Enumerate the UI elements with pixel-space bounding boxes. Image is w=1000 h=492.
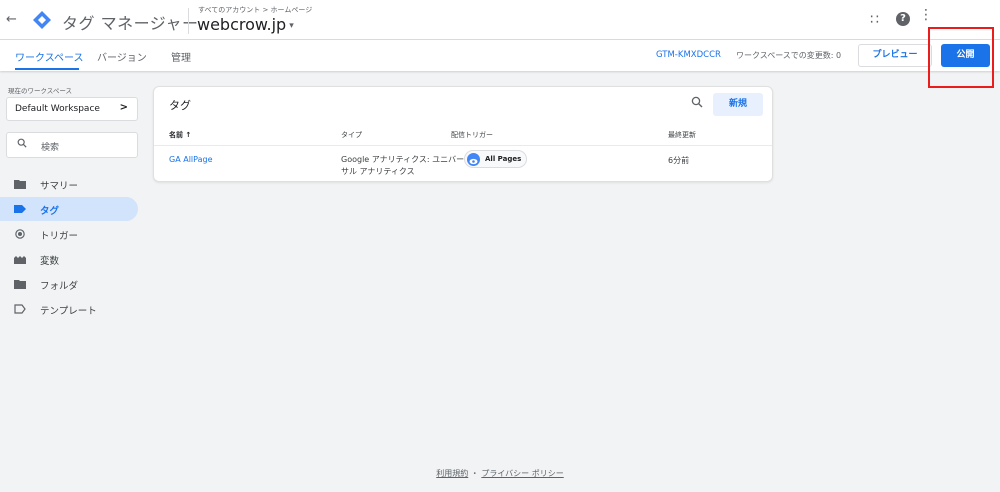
terms-link[interactable]: 利用規約 <box>436 469 468 478</box>
header-divider <box>188 8 189 34</box>
app-title: タグ マネージャー <box>62 14 199 33</box>
workspace-selector[interactable]: Default Workspace > <box>6 97 138 121</box>
tags-card: タグ 新規 名前 ↑ タイプ 配信トリガー 最終更新 GA AllPage Go… <box>153 86 773 182</box>
variable-icon <box>14 256 26 264</box>
eye-icon <box>467 153 480 166</box>
tab-admin[interactable]: 管理 <box>171 49 191 64</box>
privacy-link[interactable]: プライバシー ポリシー <box>481 469 563 478</box>
tag-type: Google アナリティクス: ユニバーサル アナリティクス <box>341 155 465 176</box>
top-header: ← タグ マネージャー すべてのアカウント > ホームページ webcrow.j… <box>0 0 1000 40</box>
tag-icon <box>14 205 26 213</box>
tab-workspace[interactable]: ワークスペース <box>15 49 84 64</box>
preview-button[interactable]: プレビュー <box>858 44 932 67</box>
sidebar-item-summary[interactable]: サマリー <box>0 172 138 196</box>
folder-icon <box>14 280 26 289</box>
active-tab-indicator <box>15 68 79 70</box>
container-selector[interactable]: webcrow.jp ▾ <box>197 15 294 34</box>
workspace-name: Default Workspace <box>15 104 100 114</box>
highlight-annotation-box <box>928 27 994 88</box>
chevron-right-icon: > <box>119 102 128 113</box>
trigger-icon <box>15 229 25 239</box>
help-icon[interactable]: ? <box>896 12 910 26</box>
template-icon <box>14 304 26 314</box>
search-icon <box>17 138 27 148</box>
more-vert-icon[interactable]: ⋮ <box>919 8 933 22</box>
column-header-trigger[interactable]: 配信トリガー <box>451 130 493 140</box>
tag-manager-logo-icon <box>33 11 51 29</box>
sidebar-item-label: トリガー <box>40 231 79 242</box>
sidebar-item-variables[interactable]: 変数 <box>0 247 138 271</box>
back-arrow-icon[interactable]: ← <box>6 12 17 27</box>
trigger-chip[interactable]: All Pages <box>464 150 527 168</box>
search-icon[interactable] <box>691 96 703 108</box>
table-divider <box>154 145 772 146</box>
tag-last-updated: 6分前 <box>668 156 690 165</box>
tag-name-link[interactable]: GA AllPage <box>169 155 213 164</box>
workspace-changes-count: ワークスペースでの変更数: 0 <box>736 51 842 60</box>
sidebar-item-tags[interactable]: タグ <box>0 197 138 221</box>
apps-grid-icon[interactable]: ∷ <box>870 12 879 28</box>
workspace-toolbar: ワークスペース バージョン 管理 GTM-KMXDCCR ワークスペースでの変更… <box>0 40 1000 71</box>
column-header-type[interactable]: タイプ <box>341 130 362 140</box>
folder-icon <box>14 180 26 189</box>
tab-versions[interactable]: バージョン <box>97 49 147 64</box>
container-id-link[interactable]: GTM-KMXDCCR <box>656 50 721 60</box>
container-name: webcrow.jp <box>197 15 287 34</box>
new-tag-button[interactable]: 新規 <box>713 93 763 116</box>
current-workspace-label: 現在のワークスペース <box>8 87 73 95</box>
column-header-updated[interactable]: 最終更新 <box>668 130 696 140</box>
footer-separator: ・ <box>470 469 479 478</box>
sidebar-item-label: フォルダ <box>40 281 79 292</box>
sidebar-item-label: 変数 <box>40 256 60 267</box>
caret-down-icon: ▾ <box>289 20 294 31</box>
breadcrumb[interactable]: すべてのアカウント > ホームページ <box>198 5 312 15</box>
sidebar-item-triggers[interactable]: トリガー <box>0 222 138 246</box>
search-placeholder: 検索 <box>41 143 60 153</box>
trigger-chip-label: All Pages <box>485 155 522 163</box>
sidebar-search-input[interactable]: 検索 <box>6 132 138 158</box>
footer: 利用規約 ・ プライバシー ポリシー <box>0 468 1000 479</box>
sidebar-item-folders[interactable]: フォルダ <box>0 272 138 296</box>
sidebar-item-label: タグ <box>40 206 60 217</box>
column-header-name[interactable]: 名前 ↑ <box>169 130 191 140</box>
card-title: タグ <box>169 99 191 112</box>
sidebar-item-label: テンプレート <box>40 306 97 317</box>
sidebar-item-label: サマリー <box>40 181 79 192</box>
sidebar-item-templates[interactable]: テンプレート <box>0 297 138 321</box>
